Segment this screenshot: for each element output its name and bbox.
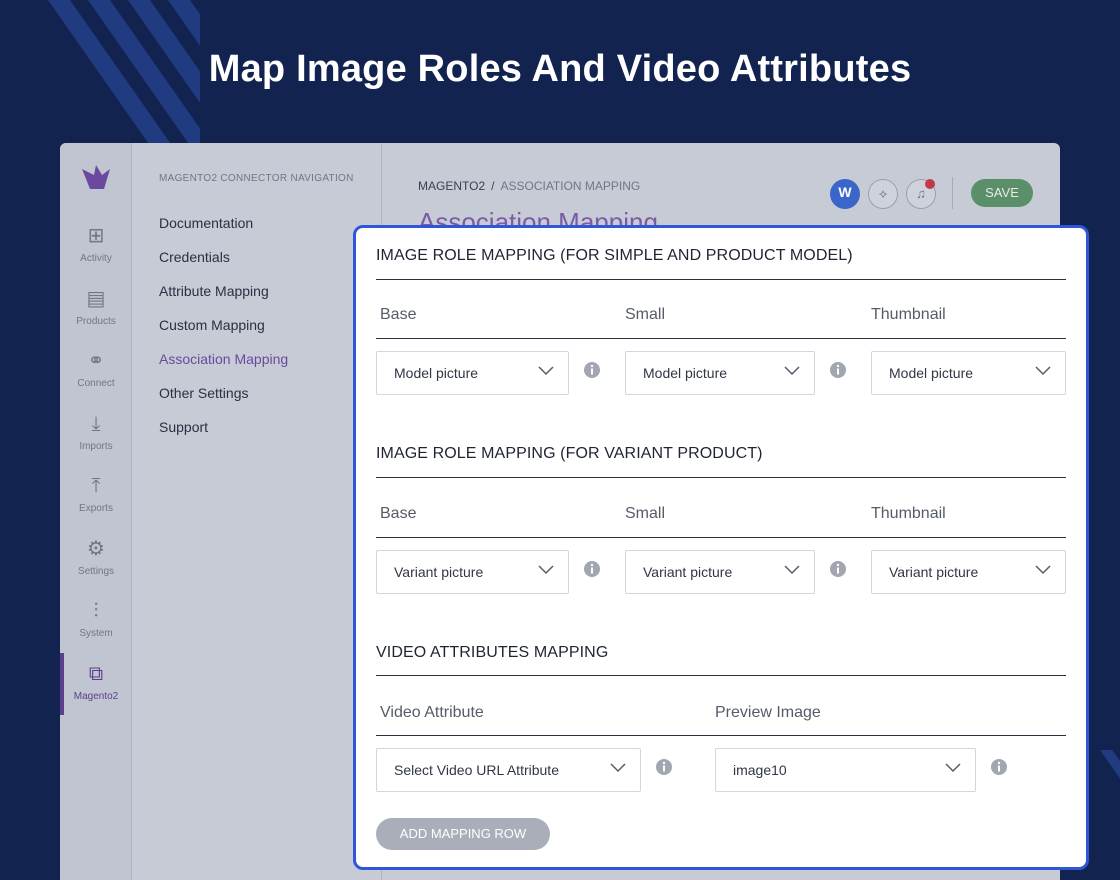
subnav-item-documentation[interactable]: Documentation — [159, 215, 253, 231]
column-small: Small — [625, 306, 666, 323]
nav-settings[interactable]: ⚙ Settings — [60, 538, 132, 577]
nav-magento2[interactable]: ⧉ Magento2 — [60, 663, 132, 702]
thumbnail-select[interactable]: Model picture — [871, 351, 1066, 395]
section-title-video: VIDEO ATTRIBUTES MAPPING — [376, 644, 609, 661]
add-mapping-row-button[interactable]: ADD MAPPING ROW — [376, 818, 550, 850]
subnav-title: MAGENTO2 CONNECTOR NAVIGATION — [159, 173, 354, 184]
column-base: Base — [380, 306, 417, 323]
hero-title: Map Image Roles And Video Attributes — [208, 48, 912, 90]
column-thumbnail: Thumbnail — [871, 306, 946, 323]
video-attribute-select[interactable]: Select Video URL Attribute — [376, 748, 641, 792]
magento2-icon: ⧉ — [88, 663, 104, 685]
preview-image-select-value: image10 — [733, 762, 787, 778]
info-icon[interactable] — [583, 560, 601, 578]
nav-products[interactable]: ▤ Products — [60, 288, 132, 327]
chevron-down-icon — [784, 366, 800, 376]
small-select[interactable]: Model picture — [625, 351, 815, 395]
breadcrumb-current: ASSOCIATION MAPPING — [500, 179, 641, 193]
subnav-item-other-settings[interactable]: Other Settings — [159, 385, 249, 401]
chevron-down-icon — [1035, 565, 1051, 575]
notification-dot — [925, 179, 935, 189]
breadcrumb-separator: / — [491, 179, 495, 193]
column-small: Small — [625, 505, 666, 522]
column-rule — [376, 537, 1066, 538]
section-title-variant: IMAGE ROLE MAPPING (FOR VARIANT PRODUCT) — [376, 445, 763, 462]
chevron-down-icon — [538, 366, 554, 376]
section-title-simple-model: IMAGE ROLE MAPPING (FOR SIMPLE AND PRODU… — [376, 247, 853, 264]
imports-icon: ⤓ — [91, 413, 101, 435]
header-divider — [952, 177, 953, 209]
nav-connect[interactable]: ⚭ Connect — [60, 350, 132, 389]
webkul-badge[interactable]: W — [830, 179, 860, 209]
subnav-item-custom-mapping[interactable]: Custom Mapping — [159, 317, 265, 333]
variant-thumbnail-select[interactable]: Variant picture — [871, 550, 1066, 594]
info-icon[interactable] — [829, 560, 847, 578]
column-thumbnail: Thumbnail — [871, 505, 946, 522]
connect-icon: ⚭ — [87, 350, 105, 372]
base-select-value: Model picture — [394, 365, 479, 381]
subnav-item-support[interactable]: Support — [159, 419, 208, 435]
variant-thumbnail-select-value: Variant picture — [889, 564, 979, 580]
subnav-item-association-mapping[interactable]: Association Mapping — [159, 351, 288, 367]
chevron-down-icon — [784, 565, 800, 575]
settings-icon: ⚙ — [87, 538, 105, 560]
icon-sidebar: ⊞ Activity ▤ Products ⚭ Connect ⤓ Import… — [60, 143, 132, 880]
info-icon[interactable] — [829, 361, 847, 379]
mapping-card: IMAGE ROLE MAPPING (FOR SIMPLE AND PRODU… — [353, 225, 1089, 870]
nav-system[interactable]: ⫶ System — [60, 600, 132, 639]
info-icon[interactable] — [990, 758, 1008, 776]
exports-icon: ⤒ — [91, 475, 101, 497]
section-rule — [376, 675, 1066, 676]
column-rule — [376, 735, 1066, 736]
breadcrumb: MAGENTO2 / ASSOCIATION MAPPING — [418, 179, 640, 193]
variant-small-select[interactable]: Variant picture — [625, 550, 815, 594]
thumbnail-select-value: Model picture — [889, 365, 974, 381]
variant-small-select-value: Variant picture — [643, 564, 733, 580]
base-select[interactable]: Model picture — [376, 351, 569, 395]
variant-base-select-value: Variant picture — [394, 564, 484, 580]
system-icon: ⫶ — [93, 600, 99, 622]
info-icon[interactable] — [655, 758, 673, 776]
rocket-icon[interactable]: ⟡ — [868, 179, 898, 209]
connector-navigation: MAGENTO2 CONNECTOR NAVIGATION Documentat… — [132, 143, 382, 880]
column-video-attribute: Video Attribute — [380, 704, 484, 721]
breadcrumb-root[interactable]: MAGENTO2 — [418, 179, 485, 193]
small-select-value: Model picture — [643, 365, 728, 381]
nav-exports[interactable]: ⤒ Exports — [60, 475, 132, 514]
products-icon: ▤ — [86, 288, 106, 310]
subnav-item-credentials[interactable]: Credentials — [159, 249, 230, 265]
save-button[interactable]: SAVE — [971, 179, 1033, 207]
nav-imports[interactable]: ⤓ Imports — [60, 413, 132, 452]
column-preview-image: Preview Image — [715, 704, 821, 721]
column-base: Base — [380, 505, 417, 522]
chevron-down-icon — [610, 763, 626, 773]
logo-icon — [82, 165, 110, 189]
section-rule — [376, 477, 1066, 478]
nav-activity[interactable]: ⊞ Activity — [60, 225, 132, 264]
section-rule — [376, 279, 1066, 280]
chevron-down-icon — [1035, 366, 1051, 376]
subnav-item-attribute-mapping[interactable]: Attribute Mapping — [159, 283, 269, 299]
activity-icon: ⊞ — [87, 225, 105, 247]
preview-image-select[interactable]: image10 — [715, 748, 976, 792]
variant-base-select[interactable]: Variant picture — [376, 550, 569, 594]
chevron-down-icon — [945, 763, 961, 773]
info-icon[interactable] — [583, 361, 601, 379]
chevron-down-icon — [538, 565, 554, 575]
video-attribute-select-value: Select Video URL Attribute — [394, 762, 559, 778]
column-rule — [376, 338, 1066, 339]
